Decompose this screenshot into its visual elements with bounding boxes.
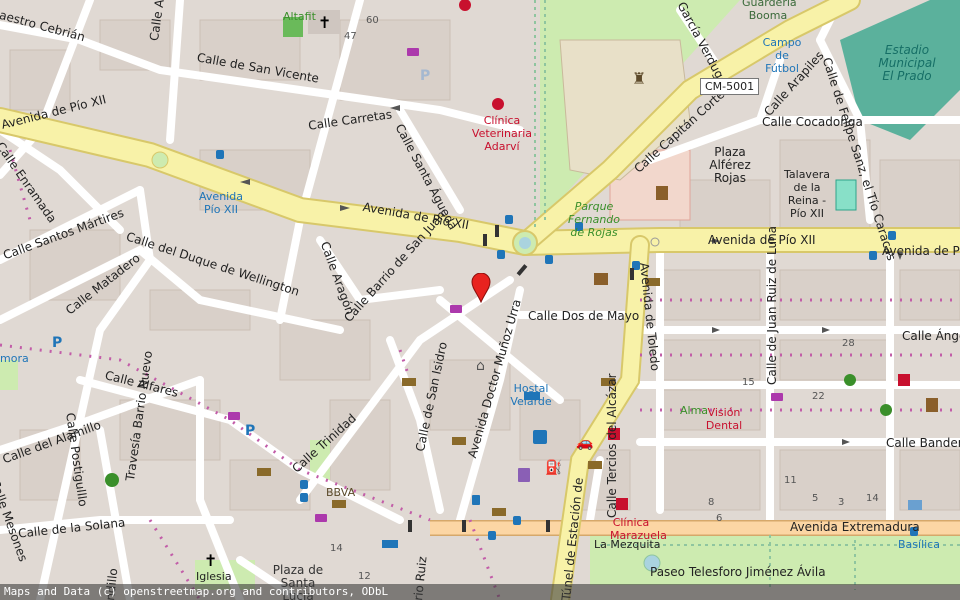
road-shield-cm5001: CM-5001 (700, 78, 760, 95)
svg-text:🚗: 🚗 (576, 435, 593, 451)
street-label-tercios-alcazar: Calle Tercios del Alcázar (605, 373, 619, 518)
bus-station-icon (533, 430, 547, 444)
location-marker-icon[interactable] (471, 273, 491, 303)
poi-label-la-mezquita[interactable]: La Mezquita (594, 538, 660, 551)
svg-text:P: P (52, 335, 62, 351)
house-number: 11 (784, 475, 797, 486)
bus-stop-icon (300, 480, 308, 489)
bus-stop-icon (216, 150, 224, 159)
house-number: 14 (866, 493, 879, 504)
bus-stop-icon (497, 250, 505, 259)
street-label-dos-de-mayo: Calle Dos de Mayo (528, 309, 640, 323)
poi-label-bbva[interactable]: BBVA (326, 486, 355, 499)
house-number: 15 (742, 377, 755, 388)
street-label-paseo-telesforo: Paseo Telesforo Jiménez Ávila (650, 565, 826, 579)
poi-label-guarderia[interactable]: Guardería Booma (742, 0, 797, 22)
svg-text:✝: ✝ (318, 13, 331, 32)
street-label-avenida-extremadura: Avenida Extremadura (790, 520, 920, 534)
street-label-cocadonga: Calle Cocadonga (762, 115, 863, 129)
house-number: 22 (812, 391, 825, 402)
poi-label-hostal-velarde[interactable]: Hostal Velarde (508, 382, 554, 408)
svg-text:P: P (420, 68, 430, 84)
street-label-banderas: Calle Banderas (886, 436, 960, 450)
svg-text:✝: ✝ (204, 551, 217, 570)
roundabout-east (650, 237, 660, 247)
poi-label-plaza-alferez-rojas[interactable]: Plaza Alférez Rojas (694, 146, 766, 185)
house-number: 5 (812, 493, 819, 504)
svg-text:P: P (245, 423, 255, 439)
poi-label-mora[interactable]: mora (0, 352, 29, 365)
street-label-avenida-pio-east: Avenida de Pío XII (708, 233, 816, 247)
bus-stop-icon (869, 251, 877, 260)
bus-stop-icon (300, 493, 308, 502)
street-label-angel: Calle Ángel (902, 329, 960, 343)
bus-stop-icon (545, 255, 553, 264)
poi-label-parque-fernando-rojas[interactable]: Parque Fernando de Rojas (566, 200, 622, 239)
house-number: 8 (708, 497, 715, 508)
house-number: 60 (366, 15, 379, 26)
poi-label-vision-dental[interactable]: Visión Dental (704, 406, 744, 432)
fountain-icon (519, 237, 531, 249)
bus-stop-icon (488, 531, 496, 540)
svg-text:⛽: ⛽ (545, 459, 562, 476)
parking-meter-icon (472, 495, 480, 505)
roundabout-west (151, 151, 169, 169)
house-number: 28 (842, 338, 855, 349)
poi-label-estadio[interactable]: Estadio Municipal El Prado (874, 44, 940, 83)
poi-label-basilica[interactable]: Basílica (898, 538, 940, 551)
house-number: 6 (716, 513, 723, 524)
street-label-juan-ruiz-luna: Calle de Juan Ruiz de Luna (765, 225, 779, 385)
map-view[interactable]: P P P ✝ ✝ ♜ ⌂ ⛽ 🚗 aestro Cebrián Calle A… (0, 0, 960, 600)
house-number: 3 (838, 497, 845, 508)
poi-label-campo-futbol[interactable]: Campo de Fútbol (758, 36, 806, 75)
poi-label-altafit[interactable]: Altafit (283, 10, 316, 23)
svg-text:♜: ♜ (632, 69, 646, 88)
house-number: 47 (344, 31, 357, 42)
house-number: 12 (358, 571, 371, 582)
poi-label-clinica-veterinaria[interactable]: Clínica Veterinaria Adarví (470, 114, 534, 153)
poi-label-talavera-reina[interactable]: Talavera de la Reina - Pío XII (780, 168, 834, 220)
bus-stop-icon (513, 516, 521, 525)
svg-text:⌂: ⌂ (476, 358, 485, 374)
poi-label-iglesia[interactable]: Iglesia (196, 570, 232, 583)
bus-stop-icon (505, 215, 513, 224)
house-number: 14 (330, 543, 343, 554)
map-attribution: Maps and Data (c) openstreetmap.org and … (0, 584, 960, 600)
poi-label-avenida-pio-stop[interactable]: Avenida Pío XII (196, 190, 246, 216)
